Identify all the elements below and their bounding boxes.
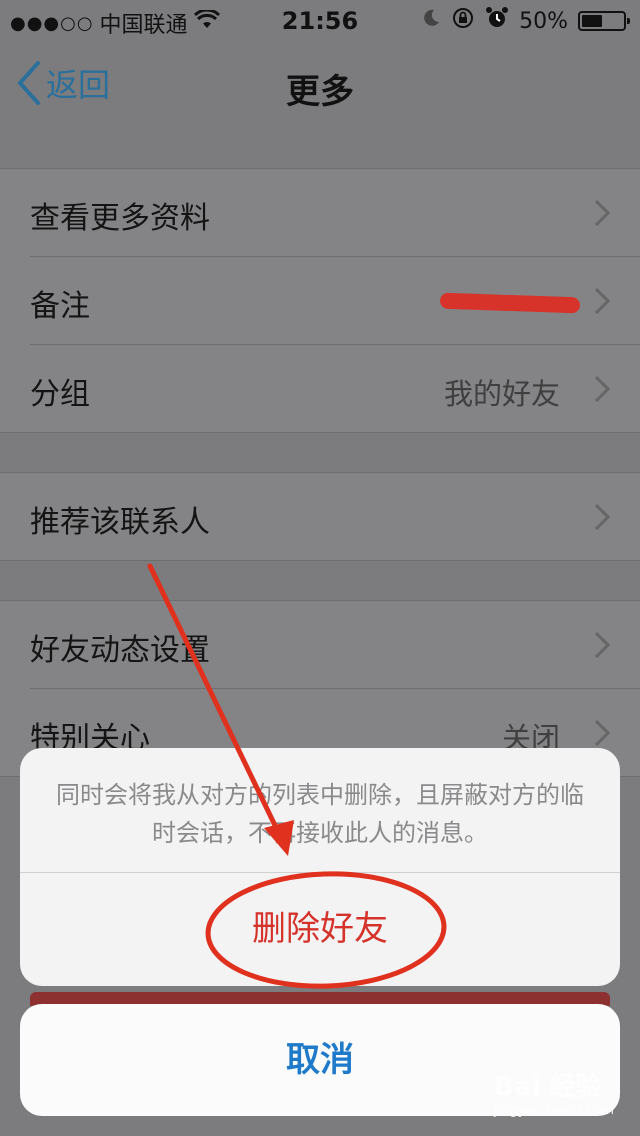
row-view-more-profile[interactable]: 查看更多资料 [30, 169, 640, 257]
chevron-right-icon [594, 631, 610, 659]
watermark-brand: Bai 经验 [494, 1072, 602, 1102]
moon-icon [421, 8, 441, 34]
chevron-right-icon [594, 199, 610, 227]
row-label: 查看更多资料 [30, 201, 210, 236]
navigation-bar: 返回 更多 [0, 40, 640, 128]
settings-group-recommend: 推荐该联系人 [0, 472, 640, 561]
screen: ●●●○○ 中国联通 21:56 50% 返回 更多 查看更多资料 备注 分组 … [0, 0, 640, 1136]
row-label: 分组 [30, 377, 90, 412]
alarm-icon [485, 6, 509, 36]
chevron-right-icon [594, 375, 610, 403]
redacted-remark-value [439, 292, 581, 314]
battery-fill [582, 15, 602, 27]
chevron-right-icon [594, 719, 610, 747]
row-label: 好友动态设置 [30, 633, 210, 668]
row-friend-activity-settings[interactable]: 好友动态设置 [30, 601, 640, 689]
chevron-right-icon [594, 287, 610, 315]
delete-friend-button[interactable]: 删除好友 [20, 873, 620, 986]
row-remark[interactable]: 备注 [30, 257, 640, 345]
baidu-watermark: Bai 经验 jingyan.baidu.com [494, 1066, 614, 1118]
action-sheet-message: 同时会将我从对方的列表中删除，且屏蔽对方的临时会话，不再接收此人的消息。 [56, 781, 584, 847]
rotation-lock-icon [451, 6, 475, 36]
watermark-url: jingyan.baidu.com [494, 1103, 614, 1118]
page-title: 更多 [286, 72, 354, 112]
row-label: 备注 [30, 289, 90, 324]
row-label: 推荐该联系人 [30, 505, 210, 540]
battery-percent: 50% [519, 8, 568, 34]
settings-group-profile: 查看更多资料 备注 分组 我的好友 [0, 168, 640, 433]
row-group[interactable]: 分组 我的好友 [30, 345, 640, 432]
status-bar: ●●●○○ 中国联通 21:56 50% [0, 0, 640, 40]
row-value: 我的好友 [443, 377, 560, 411]
action-sheet: 同时会将我从对方的列表中删除，且屏蔽对方的临时会话，不再接收此人的消息。 删除好… [20, 748, 620, 986]
row-recommend-contact[interactable]: 推荐该联系人 [30, 473, 640, 560]
chevron-right-icon [594, 503, 610, 531]
battery-icon [578, 11, 630, 31]
